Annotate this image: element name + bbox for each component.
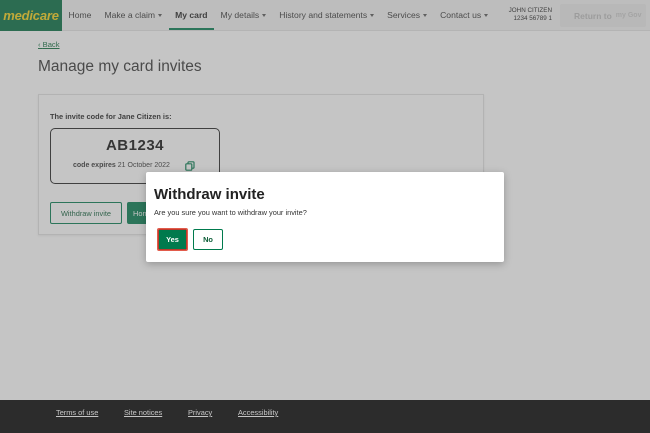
no-button[interactable]: No [193, 229, 223, 250]
yes-button[interactable]: Yes [157, 228, 188, 251]
dialog-title: Withdraw invite [154, 186, 265, 203]
withdraw-invite-dialog: Withdraw invite Are you sure you want to… [146, 172, 504, 262]
dialog-message: Are you sure you want to withdraw your i… [154, 208, 307, 217]
